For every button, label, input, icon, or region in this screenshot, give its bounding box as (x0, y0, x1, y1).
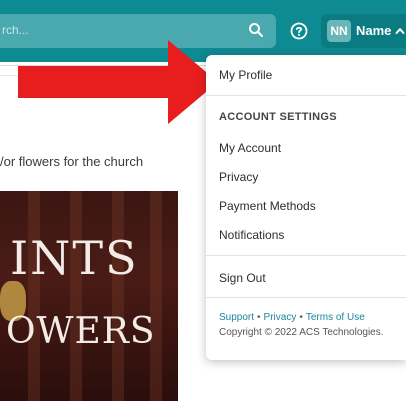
hero-decoration (112, 191, 124, 401)
menu-item-payment-methods[interactable]: Payment Methods (219, 199, 316, 213)
menu-item-my-profile[interactable]: My Profile (219, 68, 272, 82)
menu-divider (206, 255, 406, 256)
help-circle-icon[interactable] (290, 22, 308, 40)
menu-item-sign-out[interactable]: Sign Out (219, 271, 266, 285)
footer-links: Support • Privacy • Terms of Use (219, 312, 365, 323)
separator-dot: • (257, 312, 261, 323)
user-menu-button[interactable]: NN Name (321, 14, 406, 48)
copyright-text: Copyright © 2022 ACS Technologies. (219, 327, 384, 338)
hero-decoration (150, 191, 162, 401)
hero-decoration (28, 191, 40, 401)
terms-of-use-link[interactable]: Terms of Use (306, 312, 365, 323)
event-description: /or flowers for the church (0, 154, 144, 169)
hero-decoration (70, 191, 82, 401)
privacy-link[interactable]: Privacy (264, 312, 297, 323)
avatar: NN (327, 20, 351, 42)
separator-dot: • (299, 312, 303, 323)
user-name: Name (356, 23, 392, 38)
hero-title-line2: OWERS (6, 311, 156, 352)
menu-item-notifications[interactable]: Notifications (219, 228, 284, 242)
chevron-up-icon (395, 28, 405, 34)
menu-divider (206, 95, 406, 96)
menu-item-privacy[interactable]: Privacy (219, 170, 258, 184)
search-placeholder: rch... (2, 23, 29, 37)
menu-section-title: ACCOUNT SETTINGS (219, 111, 337, 123)
hero-title-line1: INTS (10, 231, 139, 285)
search-icon[interactable] (248, 22, 264, 38)
account-dropdown-menu: My Profile ACCOUNT SETTINGS My Account P… (206, 55, 406, 360)
menu-item-my-account[interactable]: My Account (219, 141, 281, 155)
red-arrow-icon (18, 40, 218, 124)
hero-image: INTS OWERS (0, 191, 178, 401)
support-link[interactable]: Support (219, 312, 254, 323)
menu-divider (206, 297, 406, 298)
